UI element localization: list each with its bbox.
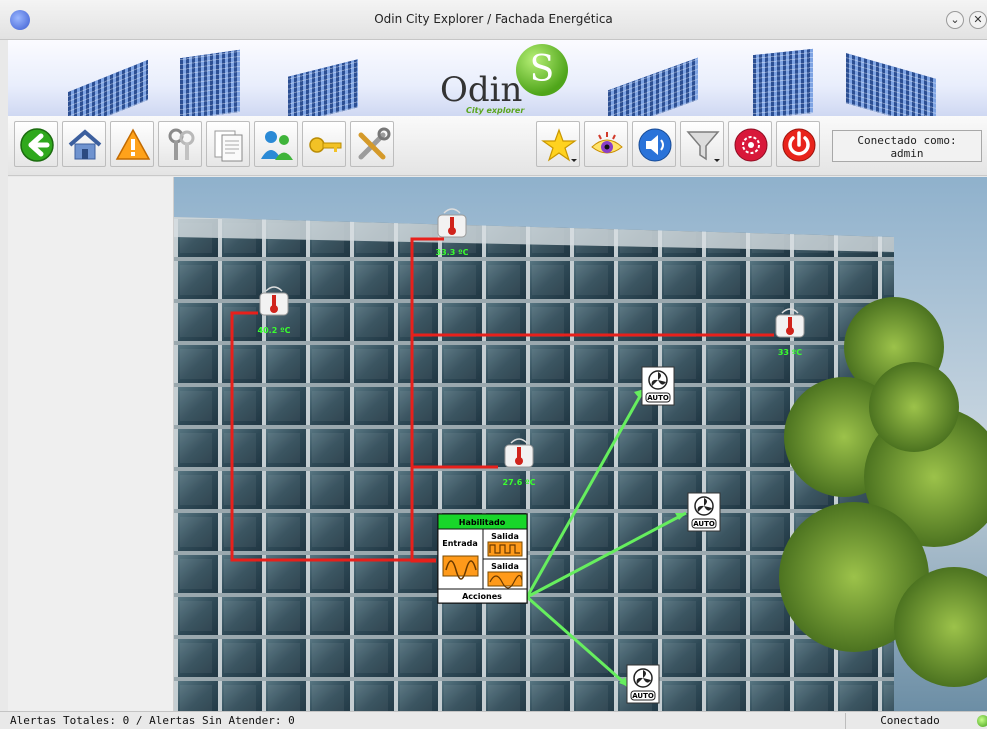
favorites-button[interactable]	[536, 121, 580, 167]
connected-as-label: Conectado como:	[857, 134, 957, 147]
users-icon	[261, 131, 293, 160]
thermometer-sensor-top[interactable]: 33.3 ºC	[436, 208, 469, 257]
tools-icon	[358, 127, 391, 160]
filter-button[interactable]	[680, 121, 724, 167]
keys-icon	[168, 128, 195, 160]
fan-mode: AUTO	[632, 692, 654, 700]
status-bar: Alertas Totales: 0 / Alertas Sin Atender…	[0, 711, 987, 729]
connection-led-icon	[977, 715, 987, 727]
filter-icon	[686, 131, 720, 162]
connected-user: admin	[890, 147, 924, 160]
building-scene: 33.3 ºC 40.2 ºC 33 ºC 27.6 ºC Habilitado…	[174, 177, 987, 711]
power-button[interactable]	[776, 121, 820, 167]
scene-canvas: 33.3 ºC 40.2 ºC 33 ºC 27.6 ºC Habilitado…	[174, 177, 987, 711]
audio-icon	[638, 128, 672, 162]
app-window: Odin City Explorer / Fachada Energética …	[0, 0, 987, 729]
logo-subtitle: City explorer	[466, 106, 525, 115]
close-button[interactable]: ✕	[969, 11, 987, 29]
alerts-button[interactable]	[110, 121, 154, 167]
reports-button[interactable]	[206, 121, 250, 167]
connected-user-box: Conectado como: admin	[832, 130, 982, 162]
sensor-temperature: 33 ºC	[778, 348, 802, 357]
tower-graphic	[608, 57, 698, 116]
view-button[interactable]	[584, 121, 628, 167]
left-panel	[8, 177, 174, 711]
thermometer-sensor-right[interactable]: 33 ºC	[775, 308, 805, 357]
controller-status: Habilitado	[459, 518, 506, 527]
home-icon	[68, 129, 102, 160]
sensor-temperature: 33.3 ºC	[436, 248, 469, 257]
logo-badge: S	[516, 44, 568, 96]
glass-facade	[174, 217, 894, 711]
tower-graphic	[753, 48, 813, 116]
fan-mode: AUTO	[647, 394, 669, 402]
controller-output2-label: Salida	[491, 562, 519, 571]
fan-bottom[interactable]: AUTO	[626, 664, 660, 704]
status-separator	[845, 713, 846, 729]
eye-icon	[591, 132, 623, 154]
input-wave-icon	[442, 555, 479, 577]
sensor-temperature: 40.2 ºC	[258, 326, 291, 335]
tower-graphic	[68, 59, 148, 116]
key-icon	[309, 137, 342, 153]
thermometer-sensor-middle[interactable]: 27.6 ºC	[503, 438, 536, 487]
logo-text: Odin	[440, 70, 523, 110]
alarm-icon	[734, 128, 768, 162]
warning-icon	[115, 128, 151, 160]
sensor-temperature: 27.6 ºC	[503, 478, 536, 487]
back-button[interactable]	[14, 121, 58, 167]
home-button[interactable]	[62, 121, 106, 167]
favorites-star-icon	[541, 128, 577, 162]
thermometer-sensor-left[interactable]: 40.2 ºC	[258, 286, 291, 335]
minimize-button[interactable]: ⌄	[946, 11, 964, 29]
controller-actions-label: Acciones	[462, 592, 502, 601]
power-icon	[782, 128, 816, 162]
licenses-button[interactable]	[302, 121, 346, 167]
users-button[interactable]	[254, 121, 298, 167]
tower-graphic	[180, 49, 240, 116]
connection-status: Conectado	[880, 714, 940, 727]
fan-top[interactable]: AUTO	[641, 366, 675, 406]
documents-icon	[214, 130, 243, 162]
output2-wave-icon	[487, 571, 523, 587]
alarms-button[interactable]	[728, 121, 772, 167]
banner: Odin S City explorer	[8, 40, 987, 116]
controller-input-label: Entrada	[442, 539, 477, 548]
permissions-button[interactable]	[158, 121, 202, 167]
window-title: Odin City Explorer / Fachada Energética	[374, 12, 613, 26]
audio-button[interactable]	[632, 121, 676, 167]
settings-button[interactable]	[350, 121, 394, 167]
title-bar: Odin City Explorer / Fachada Energética …	[0, 0, 987, 40]
fan-mode: AUTO	[693, 520, 715, 528]
toolbar: Conectado como: admin	[8, 116, 987, 176]
fan-middle[interactable]: AUTO	[687, 492, 721, 532]
controller-block[interactable]: Habilitado Entrada Salida Salida Accione…	[437, 513, 528, 604]
alerts-summary: Alertas Totales: 0 / Alertas Sin Atender…	[10, 714, 295, 727]
back-arrow-icon	[20, 128, 54, 162]
controller-output1-label: Salida	[491, 532, 519, 541]
tower-graphic	[288, 59, 358, 116]
tower-graphic	[846, 53, 936, 116]
